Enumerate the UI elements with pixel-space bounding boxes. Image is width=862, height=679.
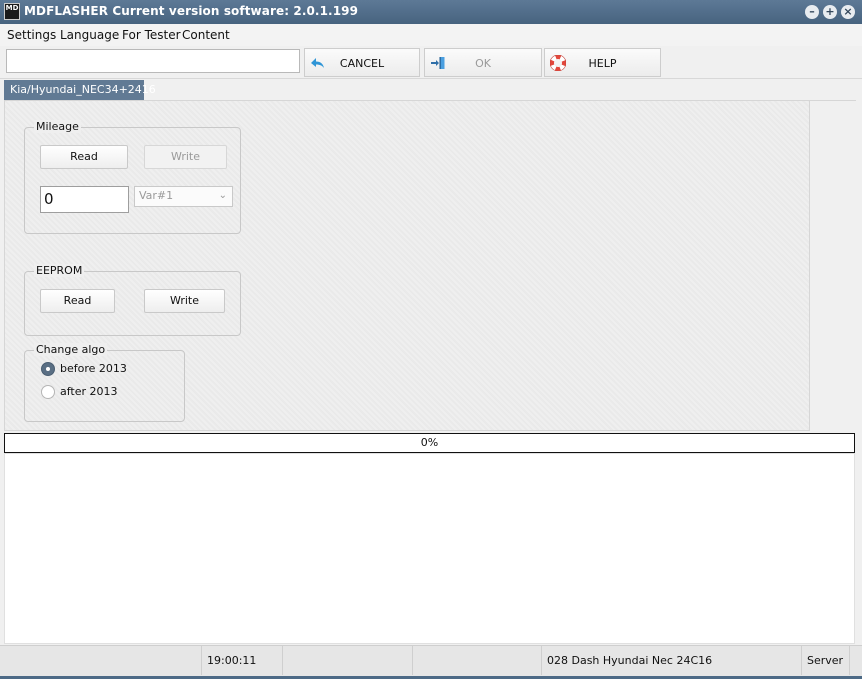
app-window: MD MDFLASHER Current version software: 2… <box>0 0 862 679</box>
chevron-down-icon: ⌄ <box>218 190 227 201</box>
minimize-icon[interactable]: – <box>805 5 819 19</box>
eeprom-read-button[interactable]: Read <box>40 289 115 313</box>
menu-settings[interactable]: Settings <box>7 28 56 42</box>
progress-label: 0% <box>420 436 439 449</box>
help-label: HELP <box>588 57 617 70</box>
help-button[interactable]: HELP <box>544 48 661 77</box>
toolbar: CANCEL OK HELP <box>0 46 862 79</box>
status-cell-empty-2 <box>283 646 413 675</box>
radio-before-2013-label: before 2013 <box>60 362 127 375</box>
variant-select[interactable]: Var#1 ⌄ <box>134 186 233 207</box>
close-icon[interactable]: × <box>841 5 855 19</box>
progress-bar: 0% <box>4 433 855 453</box>
app-logo-icon: MD <box>4 3 20 20</box>
tab-strip: Kia/Hyundai_NEC34+2416 <box>0 78 862 100</box>
tab-kia-hyundai[interactable]: Kia/Hyundai_NEC34+2416 <box>4 80 156 100</box>
menu-bar: Settings Language For Tester Content <box>0 24 862 46</box>
menu-language[interactable]: Language <box>60 28 119 42</box>
menu-content[interactable]: Content <box>182 28 230 42</box>
tab-panel: Mileage Read Write 0 Var#1 ⌄ EEPROM Read… <box>4 100 810 431</box>
status-time: 19:00:11 <box>202 646 283 675</box>
eeprom-group: EEPROM Read Write <box>24 264 241 336</box>
window-title: MDFLASHER Current version software: 2.0.… <box>24 4 359 18</box>
mileage-read-button[interactable]: Read <box>40 145 128 169</box>
command-input[interactable] <box>6 49 300 73</box>
cancel-button[interactable]: CANCEL <box>304 48 420 77</box>
cancel-label: CANCEL <box>339 57 385 70</box>
radio-after-2013[interactable] <box>41 385 55 399</box>
eeprom-legend: EEPROM <box>34 264 85 277</box>
panel-side-area <box>810 100 856 431</box>
maximize-icon[interactable]: + <box>823 5 837 19</box>
ok-button[interactable]: OK <box>424 48 542 77</box>
radio-before-2013[interactable] <box>41 362 55 376</box>
status-connection: Server <box>802 646 850 675</box>
change-algo-group: Change algo before 2013 after 2013 <box>24 343 185 422</box>
log-area[interactable] <box>4 453 855 644</box>
mileage-legend: Mileage <box>34 120 81 133</box>
mileage-write-button[interactable]: Write <box>144 145 227 169</box>
status-cell-empty <box>0 646 202 675</box>
eeprom-write-button[interactable]: Write <box>144 289 225 313</box>
mileage-group: Mileage Read Write 0 Var#1 ⌄ <box>24 120 241 234</box>
status-bar: 19:00:11 028 Dash Hyundai Nec 24C16 Serv… <box>0 645 862 679</box>
status-device: 028 Dash Hyundai Nec 24C16 <box>542 646 802 675</box>
ok-label: OK <box>475 57 491 70</box>
status-cell-empty-3 <box>413 646 542 675</box>
change-algo-legend: Change algo <box>34 343 108 356</box>
title-bar[interactable]: MD MDFLASHER Current version software: 2… <box>0 0 862 24</box>
radio-after-2013-label: after 2013 <box>60 385 118 398</box>
variant-value: Var#1 <box>139 189 174 202</box>
menu-for-tester[interactable]: For Tester <box>122 28 181 42</box>
mileage-input[interactable]: 0 <box>40 186 129 213</box>
